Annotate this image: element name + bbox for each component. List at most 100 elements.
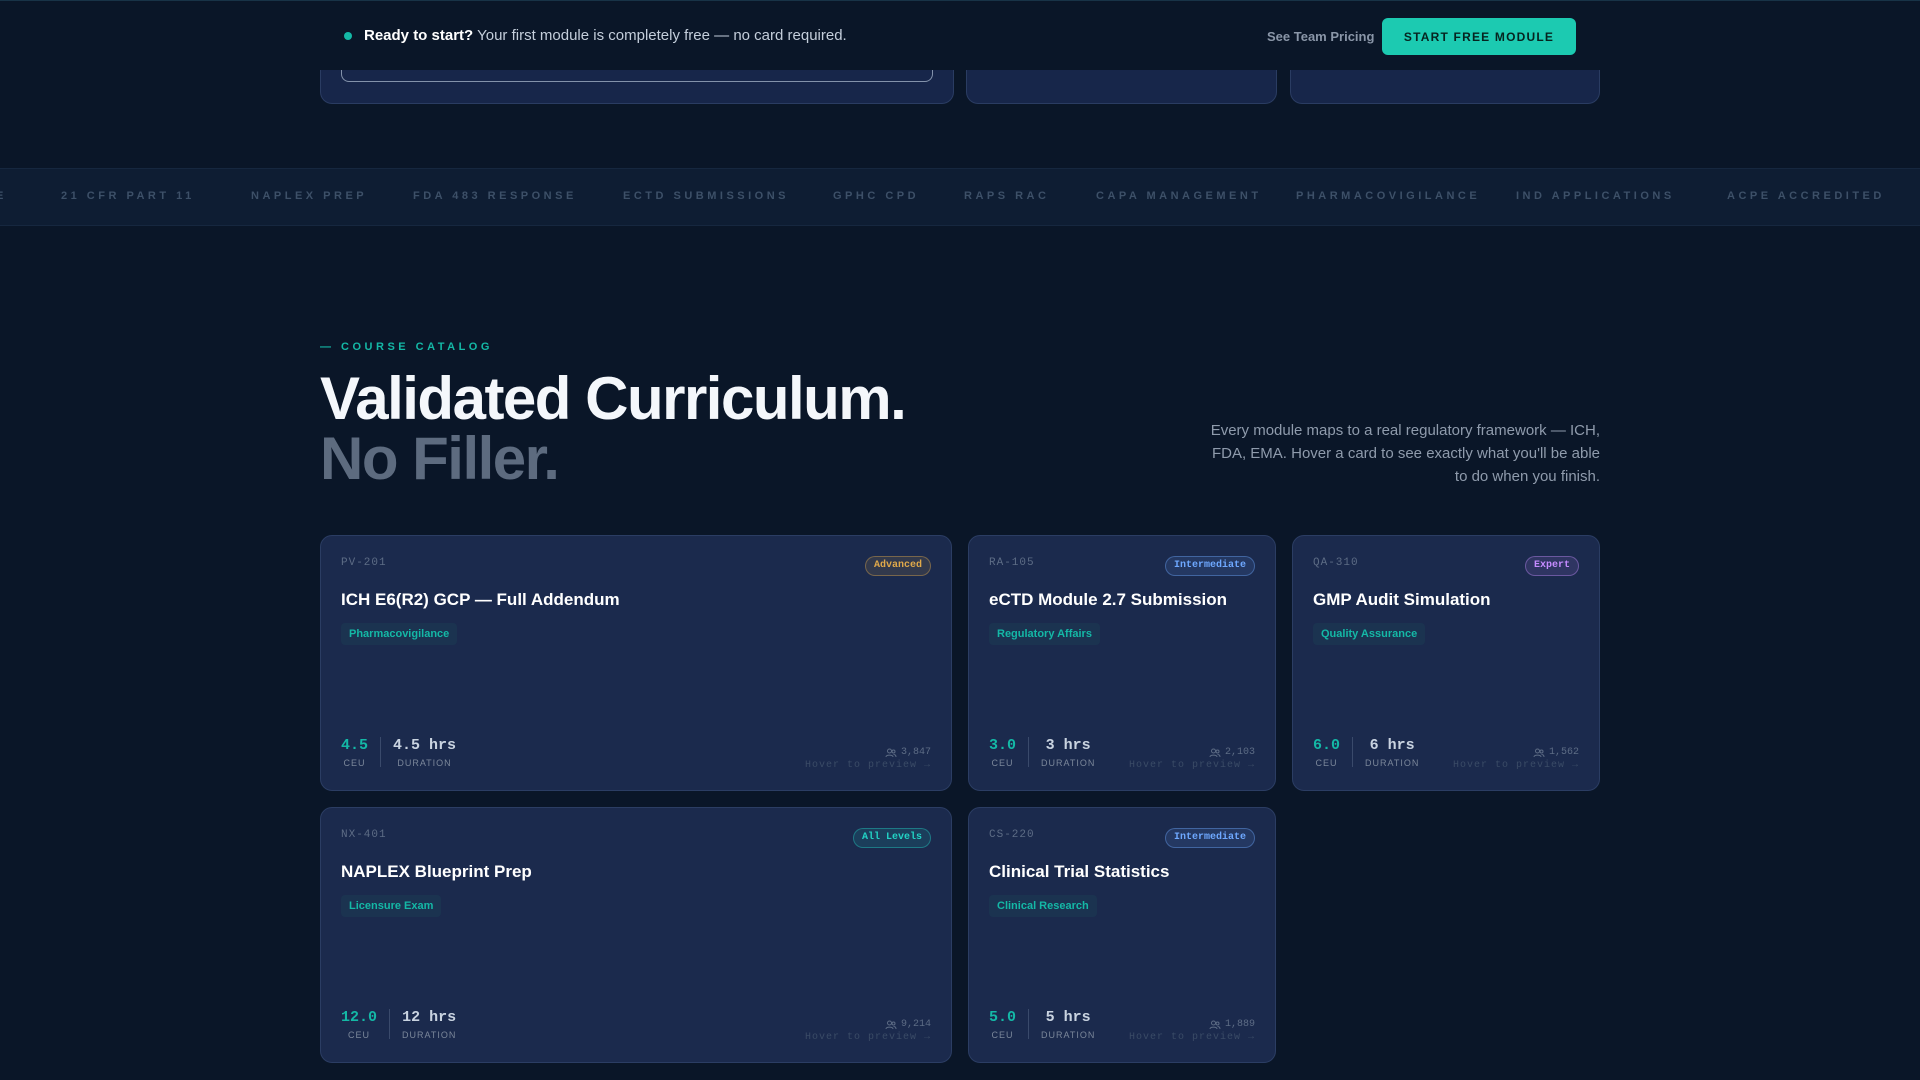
- ceu-value: 12.0: [341, 1009, 378, 1026]
- users-icon: [1209, 748, 1221, 757]
- duration-stat: 4.5 hrs DURATION: [393, 737, 456, 768]
- duration-label: DURATION: [1041, 1030, 1096, 1040]
- duration-label: DURATION: [1041, 758, 1096, 768]
- ceu-value: 3.0: [989, 737, 1017, 754]
- duration-label: DURATION: [397, 758, 452, 768]
- course-category-tag: Pharmacovigilance: [341, 623, 458, 645]
- level-badge: Expert: [1524, 556, 1579, 576]
- course-stats: 12.0 CEU 12 hrs DURATION: [341, 1009, 456, 1040]
- enrolled-value: 9,214: [900, 1019, 931, 1030]
- marquee-item: IND APPLICATIONS: [1516, 190, 1675, 202]
- marquee-item: GPHC CPD: [833, 190, 920, 202]
- course-title: NAPLEX Blueprint Prep: [341, 862, 532, 881]
- banner-text: Your first module is completely free — n…: [473, 27, 847, 44]
- enrolled-value: 2,103: [1224, 747, 1255, 758]
- duration-label: DURATION: [402, 1030, 457, 1040]
- level-badge: Intermediate: [1164, 556, 1255, 576]
- ceu-stat: 6.0 CEU: [1313, 737, 1340, 768]
- course-card[interactable]: QA-310 Expert GMP Audit Simulation Quali…: [1292, 535, 1600, 791]
- ceu-label: CEU: [991, 1030, 1014, 1040]
- marquee-item: CAPA MANAGEMENT: [1096, 190, 1262, 202]
- enrolled-count: 1,562: [1533, 747, 1579, 758]
- course-stats: 6.0 CEU 6 hrs DURATION: [1313, 737, 1419, 768]
- stat-divider: [1028, 1009, 1030, 1039]
- course-stats: 3.0 CEU 3 hrs DURATION: [989, 737, 1095, 768]
- banner-lead: Ready to start?: [364, 27, 474, 44]
- ceu-value: 5.0: [989, 1009, 1017, 1026]
- team-pricing-link[interactable]: See Team Pricing: [1267, 29, 1374, 44]
- marquee-item: FDA 483 RESPONSE: [413, 190, 577, 202]
- course-title: Clinical Trial Statistics: [989, 862, 1170, 881]
- enrolled-count: 2,103: [1209, 747, 1255, 758]
- course-category-tag: Regulatory Affairs: [989, 623, 1100, 645]
- enrolled-value: 3,847: [900, 747, 931, 758]
- ceu-label: CEU: [1315, 758, 1338, 768]
- course-card[interactable]: CS-220 Intermediate Clinical Trial Stati…: [968, 807, 1276, 1063]
- hover-preview-hint: Hover to preview →: [804, 1032, 931, 1043]
- marquee-item: PHARMACOVIGILANCE: [1296, 190, 1481, 202]
- ceu-label: CEU: [991, 758, 1014, 768]
- marquee-item: 21 CFR PART 11: [61, 190, 195, 202]
- start-free-module-button[interactable]: START FREE MODULE: [1382, 18, 1576, 55]
- course-stats: 5.0 CEU 5 hrs DURATION: [989, 1009, 1095, 1040]
- ceu-value: 6.0: [1313, 737, 1341, 754]
- course-title: ICH E6(R2) GCP — Full Addendum: [341, 590, 620, 609]
- stat-divider: [1028, 737, 1030, 767]
- start-banner: Ready to start? Your first module is com…: [0, 0, 1920, 70]
- duration-value: 5 hrs: [1045, 1009, 1091, 1026]
- ceu-label: CEU: [343, 758, 366, 768]
- section-subtitle: No Filler.: [320, 425, 560, 492]
- course-card[interactable]: NX-401 All Levels NAPLEX Blueprint Prep …: [320, 807, 952, 1063]
- enrolled-value: 1,562: [1548, 747, 1579, 758]
- users-icon: [1209, 1020, 1221, 1029]
- marquee-item: NAPLEX PREP: [251, 190, 368, 202]
- marquee-item: E: [0, 190, 7, 202]
- ceu-label: CEU: [348, 1030, 371, 1040]
- users-icon: [1533, 748, 1545, 757]
- duration-label: DURATION: [1365, 758, 1420, 768]
- section-eyebrow: — COURSE CATALOG: [320, 341, 493, 353]
- course-category-tag: Licensure Exam: [341, 895, 442, 917]
- duration-value: 4.5 hrs: [393, 737, 457, 754]
- ceu-value: 4.5: [341, 737, 369, 754]
- level-badge: Advanced: [864, 556, 931, 576]
- ceu-stat: 12.0 CEU: [341, 1009, 377, 1040]
- duration-stat: 12 hrs DURATION: [402, 1009, 456, 1040]
- duration-stat: 6 hrs DURATION: [1365, 737, 1419, 768]
- marquee-item: ACPE ACCREDITED: [1727, 190, 1885, 202]
- users-icon: [885, 748, 897, 757]
- course-category-tag: Clinical Research: [989, 895, 1097, 917]
- duration-stat: 5 hrs DURATION: [1041, 1009, 1095, 1040]
- course-title: eCTD Module 2.7 Submission: [989, 590, 1228, 609]
- course-code: NX-401: [341, 829, 387, 841]
- users-icon: [885, 1020, 897, 1029]
- duration-value: 12 hrs: [402, 1009, 457, 1026]
- course-title: GMP Audit Simulation: [1313, 590, 1491, 609]
- course-card[interactable]: RA-105 Intermediate eCTD Module 2.7 Subm…: [968, 535, 1276, 791]
- ceu-stat: 3.0 CEU: [989, 737, 1016, 768]
- enrolled-value: 1,889: [1224, 1019, 1255, 1030]
- course-code: PV-201: [341, 557, 387, 569]
- section-intro: Every module maps to a real regulatory f…: [1210, 422, 1600, 485]
- enrolled-count: 3,847: [885, 747, 931, 758]
- stat-divider: [380, 737, 382, 767]
- course-category-tag: Quality Assurance: [1313, 623, 1426, 645]
- course-code: CS-220: [989, 829, 1035, 841]
- marquee-item: RAPS RAC: [964, 190, 1050, 202]
- level-badge: All Levels: [852, 828, 931, 848]
- duration-stat: 3 hrs DURATION: [1041, 737, 1095, 768]
- hover-preview-hint: Hover to preview →: [1128, 760, 1255, 771]
- framework-marquee: E 21 CFR PART 11 NAPLEX PREP FDA 483 RESPON…: [0, 168, 1920, 226]
- stat-divider: [1352, 737, 1354, 767]
- course-code: RA-105: [989, 557, 1035, 569]
- banner-message: Ready to start? Your first module is com…: [364, 27, 847, 44]
- level-badge: Intermediate: [1164, 828, 1255, 848]
- marquee-item: ECTD SUBMISSIONS: [623, 190, 790, 202]
- duration-value: 3 hrs: [1045, 737, 1091, 754]
- status-dot-icon: [344, 32, 352, 40]
- course-card[interactable]: PV-201 Advanced ICH E6(R2) GCP — Full Ad…: [320, 535, 952, 791]
- ceu-stat: 5.0 CEU: [989, 1009, 1016, 1040]
- section-title: Validated Curriculum.: [320, 365, 907, 432]
- course-code: QA-310: [1313, 557, 1359, 569]
- enrolled-count: 9,214: [885, 1019, 931, 1030]
